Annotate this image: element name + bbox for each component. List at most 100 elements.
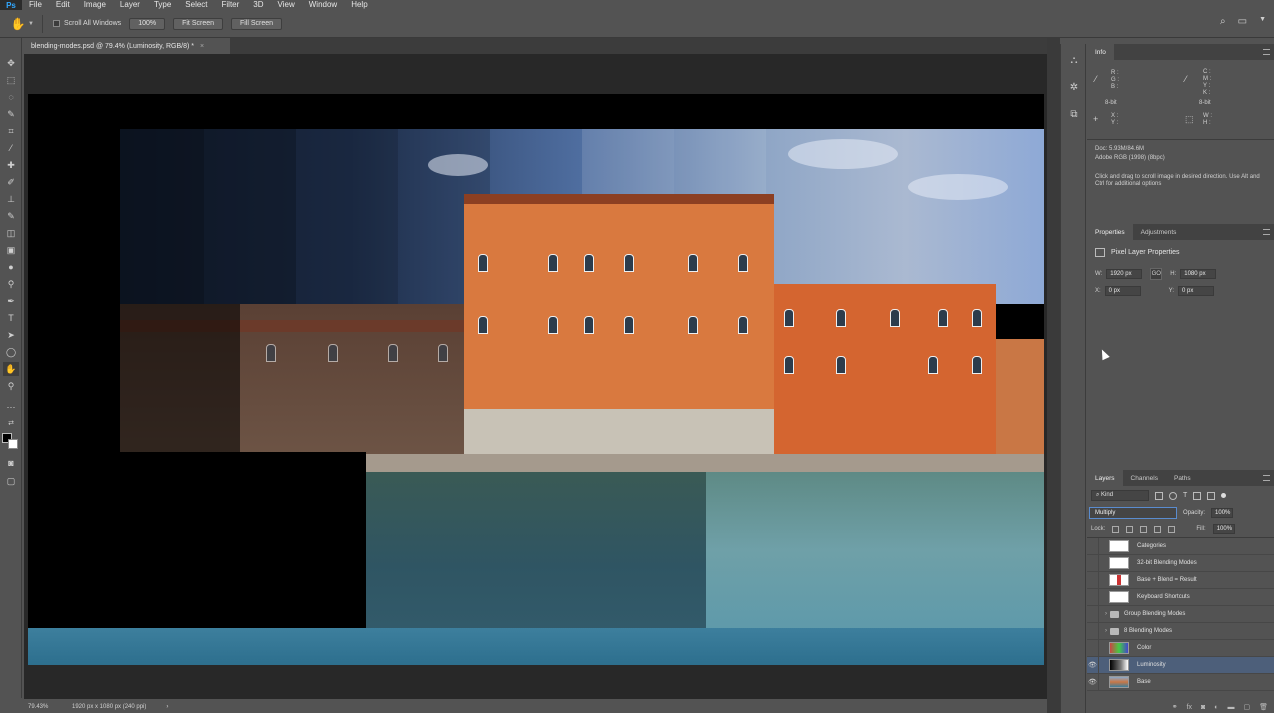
eye-icon[interactable]: 👁 (1087, 656, 1099, 674)
libraries-panel-icon[interactable]: ⧉ (1066, 106, 1082, 122)
menu-image[interactable]: Image (77, 0, 113, 10)
menu-help[interactable]: Help (344, 0, 374, 10)
pixel-filter-icon[interactable] (1155, 491, 1163, 500)
menu-3d[interactable]: 3D (246, 0, 270, 10)
delete-layer-icon[interactable]: 🗑 (1259, 703, 1268, 711)
hand-tool-icon[interactable]: ✋ (3, 362, 19, 376)
visibility-toggle[interactable] (1087, 622, 1099, 640)
status-menu-arrow[interactable]: › (166, 704, 168, 710)
eyedropper-icon[interactable]: ⁄ (1095, 74, 1097, 84)
path-select-tool-icon[interactable]: ➤ (3, 328, 19, 342)
visibility-toggle[interactable] (1087, 571, 1099, 589)
healing-brush-tool-icon[interactable]: ✚ (3, 158, 19, 172)
menu-view[interactable]: View (271, 0, 302, 10)
quick-select-tool-icon[interactable]: ✎ (3, 107, 19, 121)
tab-channels[interactable]: Channels (1123, 470, 1166, 486)
type-filter-icon[interactable]: T (1183, 492, 1187, 499)
menu-type[interactable]: Type (147, 0, 178, 10)
swap-colors-icon[interactable]: ⇄ (3, 416, 19, 430)
history-brush-tool-icon[interactable]: ✎ (3, 209, 19, 223)
hand-tool-icon[interactable]: ✋ (8, 14, 28, 34)
new-layer-icon[interactable]: ▢ (1243, 703, 1250, 711)
zoom-level[interactable]: 79.43% (24, 704, 64, 710)
history-panel-icon[interactable]: ⛬ (1066, 52, 1082, 68)
eraser-tool-icon[interactable]: ◫ (3, 226, 19, 240)
panel-menu-icon[interactable] (1263, 475, 1270, 481)
filter-toggle-icon[interactable] (1221, 493, 1227, 498)
zoom-100-button[interactable]: 100% (129, 17, 166, 30)
tab-paths[interactable]: Paths (1166, 470, 1199, 486)
pen-tool-icon[interactable]: ✒ (3, 294, 19, 308)
dodge-tool-icon[interactable]: ⚲ (3, 277, 19, 291)
close-icon[interactable]: × (200, 43, 204, 50)
add-mask-icon[interactable]: ◙ (1201, 704, 1205, 711)
menu-window[interactable]: Window (302, 0, 344, 10)
fill-field[interactable]: 100% (1212, 524, 1235, 534)
lock-image-icon[interactable] (1126, 525, 1134, 533)
layer-row[interactable]: 👁 Base (1087, 673, 1274, 691)
layer-row[interactable]: Categories (1087, 537, 1274, 555)
x-field[interactable]: 0 px (1104, 286, 1141, 296)
kind-filter-select[interactable]: ⌕ Kind (1091, 490, 1149, 501)
panel-menu-icon[interactable] (1263, 229, 1270, 235)
fill-screen-button[interactable]: Fill Screen (231, 17, 283, 30)
eye-icon[interactable]: 👁 (1087, 673, 1099, 691)
layer-row[interactable]: Color (1087, 639, 1274, 657)
new-group-icon[interactable]: ▬ (1227, 704, 1234, 711)
layer-row[interactable]: Base + Blend = Result (1087, 571, 1274, 589)
document-tab[interactable]: blending-modes.psd @ 79.4% (Luminosity, … (24, 38, 230, 54)
opacity-field[interactable]: 100% (1211, 508, 1234, 518)
menu-layer[interactable]: Layer (113, 0, 147, 10)
tab-adjustments[interactable]: Adjustments (1133, 224, 1185, 240)
panel-menu-icon[interactable] (1263, 49, 1270, 55)
workspace-icon[interactable]: ▭ (1238, 16, 1247, 27)
layer-row[interactable]: Keyboard Shortcuts (1087, 588, 1274, 606)
visibility-toggle[interactable] (1087, 605, 1099, 623)
blend-mode-select[interactable]: Multiply (1089, 507, 1177, 519)
smart-object-filter-icon[interactable] (1207, 491, 1216, 500)
adjustment-layer-icon[interactable]: ◐ (1214, 704, 1218, 711)
fit-screen-button[interactable]: Fit Screen (173, 17, 223, 30)
layer-row[interactable]: 32-bit Blending Modes (1087, 554, 1274, 572)
move-tool-icon[interactable]: ✥ (3, 56, 19, 70)
expand-chevron-icon[interactable]: › (1105, 628, 1107, 634)
blur-tool-icon[interactable]: ● (3, 260, 19, 274)
crop-tool-icon[interactable]: ⌗ (3, 124, 19, 138)
link-icon[interactable]: GO (1150, 268, 1163, 280)
document-canvas[interactable] (28, 94, 1044, 665)
layer-group-row[interactable]: › Group Blending Modes (1087, 605, 1274, 623)
clone-stamp-tool-icon[interactable]: ⊥ (3, 192, 19, 206)
marquee-tool-icon[interactable]: ⬚ (3, 73, 19, 87)
screen-mode-icon[interactable]: ▢ (3, 474, 19, 488)
layer-row-selected[interactable]: 👁 Luminosity (1087, 656, 1274, 674)
visibility-toggle[interactable] (1087, 588, 1099, 606)
shape-tool-icon[interactable]: ◯ (3, 345, 19, 359)
menu-file[interactable]: File (22, 0, 49, 10)
tool-preset-chevron-icon[interactable]: ▼ (28, 21, 38, 27)
tab-layers[interactable]: Layers (1087, 470, 1123, 486)
visibility-toggle[interactable] (1087, 537, 1099, 555)
layer-group-row[interactable]: › 8 Blending Modes (1087, 622, 1274, 640)
checkbox-box[interactable] (53, 20, 60, 27)
shape-filter-icon[interactable] (1193, 491, 1202, 500)
brush-tool-icon[interactable]: ✐ (3, 175, 19, 189)
visibility-toggle[interactable] (1087, 639, 1099, 657)
canvas-area[interactable] (24, 54, 1047, 699)
more-tools-icon[interactable]: ⋯ (3, 400, 19, 414)
lock-transparent-icon[interactable] (1112, 525, 1120, 533)
tab-info[interactable]: Info (1087, 44, 1114, 60)
search-icon[interactable]: ⌕ (1220, 16, 1226, 27)
width-field[interactable]: 1920 px (1106, 269, 1143, 279)
menu-edit[interactable]: Edit (49, 0, 77, 10)
eyedropper-icon[interactable]: ⁄ (1185, 74, 1187, 84)
workspace-chevron-icon[interactable]: ▼ (1259, 16, 1266, 27)
tab-properties[interactable]: Properties (1087, 224, 1133, 240)
layer-style-icon[interactable]: fx (1187, 704, 1192, 711)
type-tool-icon[interactable]: T (3, 311, 19, 325)
background-color-swatch[interactable] (8, 439, 18, 449)
lock-position-icon[interactable] (1140, 525, 1148, 533)
gradient-tool-icon[interactable]: ▣ (3, 243, 19, 257)
menu-select[interactable]: Select (178, 0, 214, 10)
zoom-tool-icon[interactable]: ⚲ (3, 379, 19, 393)
lock-all-icon[interactable] (1168, 525, 1176, 533)
